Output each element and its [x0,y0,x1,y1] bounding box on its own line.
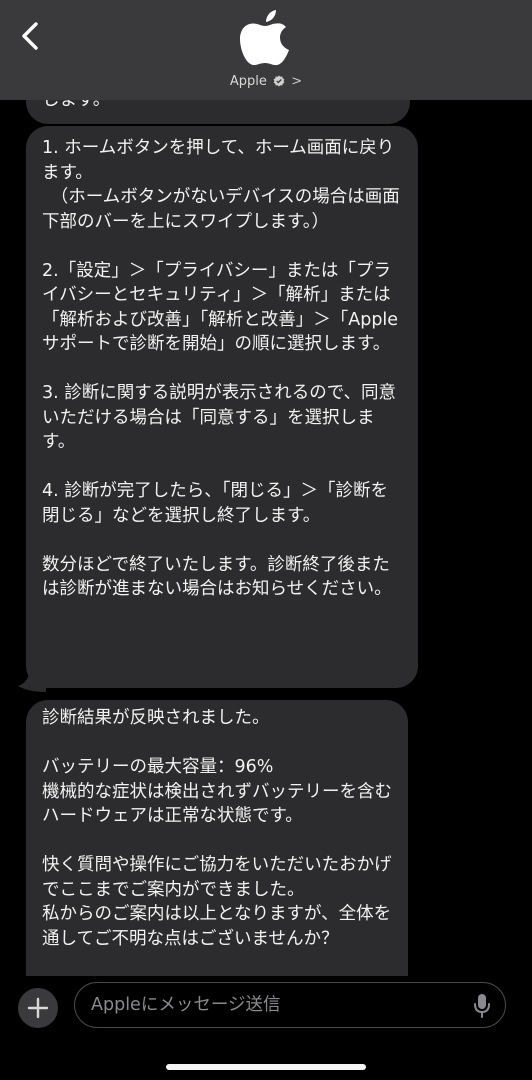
chevron-left-icon [22,22,38,50]
back-button[interactable] [14,18,48,54]
apple-logo-icon [240,10,289,66]
conversation-header: Apple > [0,0,532,100]
composer-bar: Appleにメッセージ送信 [0,976,532,1080]
contact-name: Apple [229,74,267,89]
message-input[interactable]: Appleにメッセージ送信 [74,982,506,1028]
message-input-placeholder: Appleにメッセージ送信 [91,995,281,1015]
microphone-icon[interactable] [473,993,491,1019]
add-attachment-button[interactable] [18,988,58,1028]
contact-name-row[interactable]: Apple > [0,74,532,89]
bubble-tail [18,666,46,692]
chevron-right: > [291,74,303,89]
message-bubble: 診断結果が反映されました。 バッテリーの最大容量：96% 機械的な症状は検出され… [26,700,408,1000]
verified-badge-icon [273,75,285,87]
plus-icon [27,997,49,1019]
home-indicator[interactable] [166,1064,366,1070]
contact-avatar[interactable] [236,8,294,70]
chat-screen: します。 1. ホームボタンを押して、ホーム画面に戻ります。 （ホームボタンがな… [0,0,532,1080]
message-bubble: 1. ホームボタンを押して、ホーム画面に戻ります。 （ホームボタンがないデバイス… [26,126,418,688]
